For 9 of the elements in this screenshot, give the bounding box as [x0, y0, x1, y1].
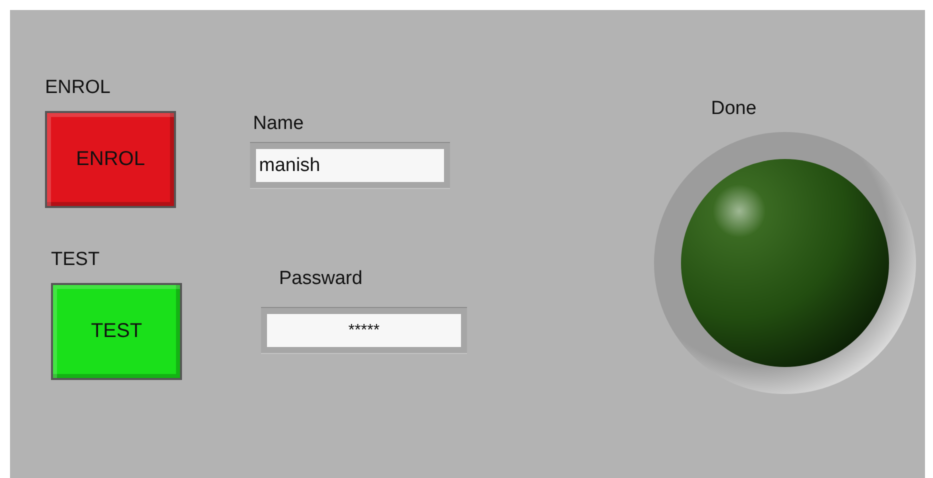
button-label: ENROL [45, 77, 110, 99]
field-label: Passward [279, 268, 362, 290]
push-button[interactable]: ENROL [45, 111, 176, 208]
button-label: TEST [51, 249, 100, 271]
indicator-label: Done [711, 98, 756, 120]
field-label: Name [253, 113, 304, 135]
input-field[interactable]: manish [250, 142, 450, 189]
input-field[interactable]: ***** [261, 307, 467, 354]
push-button[interactable]: TEST [51, 283, 182, 380]
